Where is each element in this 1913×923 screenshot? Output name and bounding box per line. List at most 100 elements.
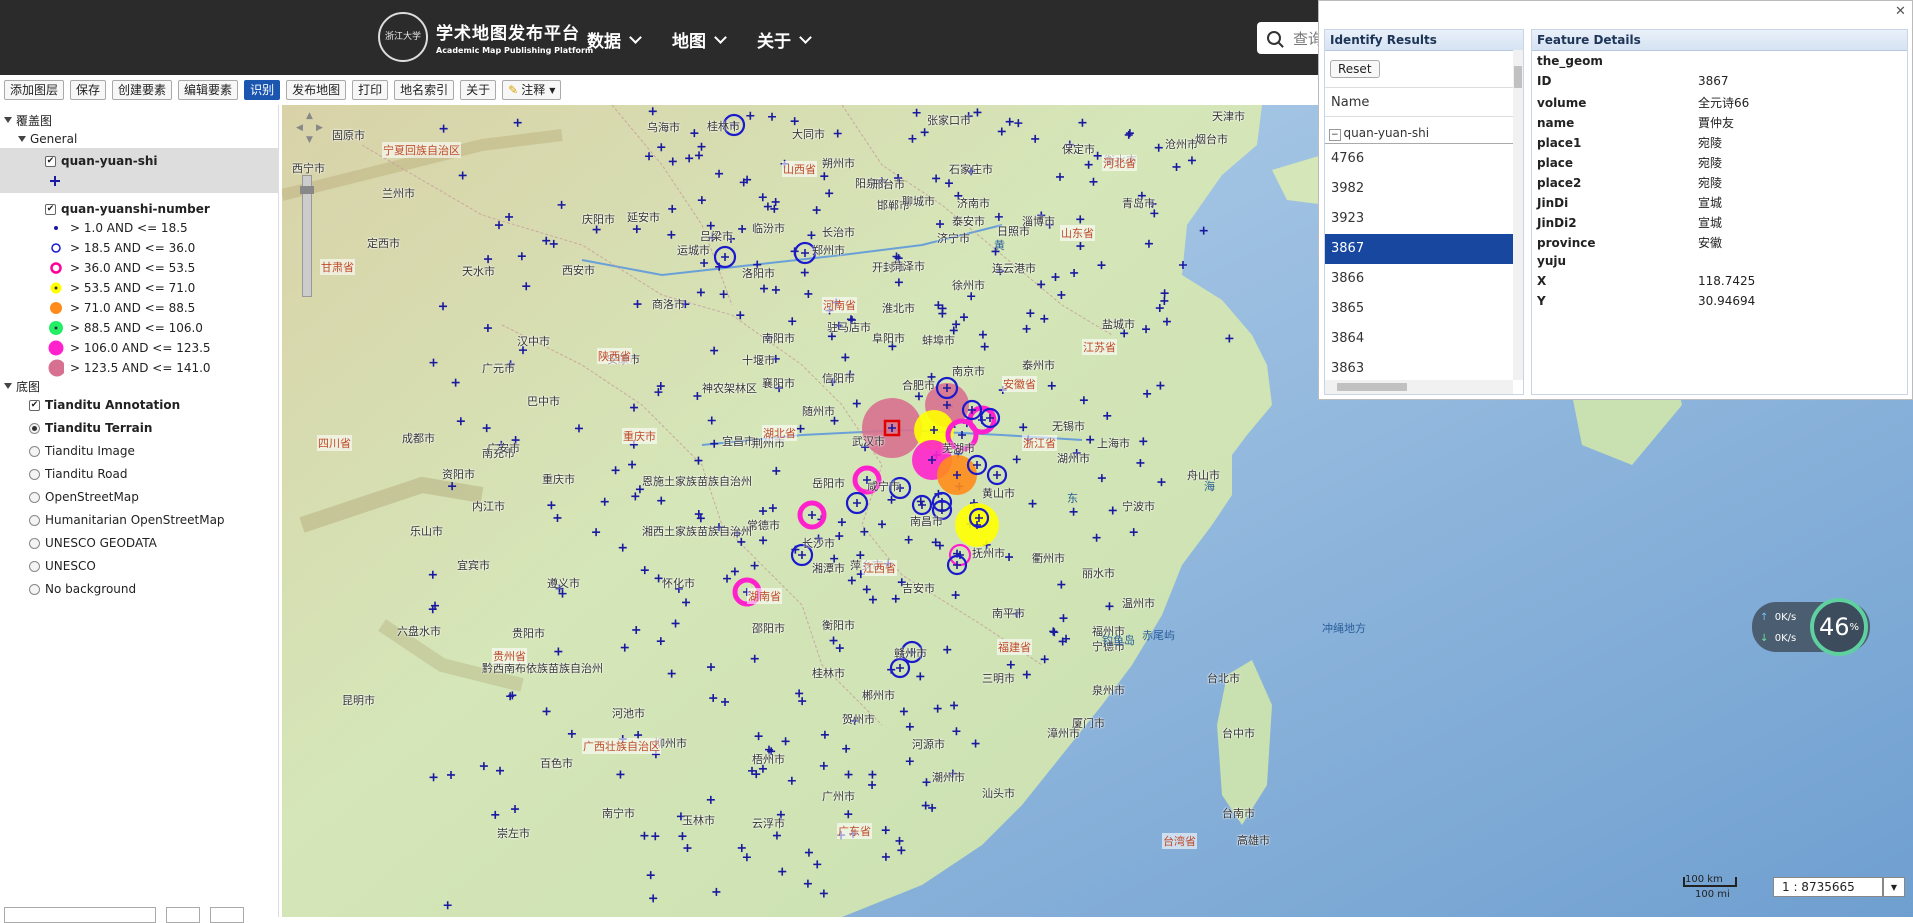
- basemap-option-humanitarian-osm[interactable]: Humanitarian OpenStreetMap: [29, 511, 225, 529]
- add-layer-button[interactable]: 添加图层: [4, 80, 65, 100]
- annotation-checkbox[interactable]: ✔: [29, 399, 40, 411]
- nav-map-menu[interactable]: 地图: [672, 27, 727, 52]
- result-row[interactable]: 3864: [1325, 324, 1513, 354]
- save-button[interactable]: 保存: [70, 80, 107, 100]
- nav-about-menu[interactable]: 关于: [757, 27, 812, 52]
- pan-up-icon[interactable]: ▲: [306, 111, 313, 121]
- basemap-radio[interactable]: [29, 583, 40, 595]
- city-label: 驻马店市: [827, 321, 871, 334]
- city-label: 黄山市: [982, 487, 1015, 500]
- city-label: 西安市: [562, 264, 595, 277]
- basemap-radio[interactable]: [29, 422, 40, 434]
- sidebar-bottom-button[interactable]: [210, 907, 244, 923]
- basemap-option-openstreetmap[interactable]: OpenStreetMap: [29, 488, 139, 506]
- expand-triangle-icon[interactable]: [18, 136, 26, 142]
- city-label: 乐山市: [410, 525, 443, 538]
- close-icon[interactable]: ✕: [1895, 4, 1906, 19]
- print-button[interactable]: 打印: [352, 80, 389, 100]
- basemap-option-unesco[interactable]: UNESCO: [29, 557, 96, 575]
- place-index-button[interactable]: 地名索引: [394, 80, 455, 100]
- scrollbar-thumb[interactable]: [1514, 66, 1522, 88]
- result-row[interactable]: 4766: [1325, 144, 1513, 174]
- identify-button[interactable]: 识别: [244, 80, 281, 100]
- result-group-quan-yuan-shi[interactable]: − quan-yuan-shi: [1325, 126, 1513, 144]
- basemap-radio[interactable]: [29, 445, 40, 457]
- basemap-radio[interactable]: [29, 491, 40, 503]
- results-vertical-scrollbar[interactable]: [1513, 50, 1523, 380]
- zoom-slider[interactable]: [300, 175, 314, 297]
- magenta-dot-marker-icon: [48, 340, 64, 356]
- basemap-option-unesco-geodata[interactable]: UNESCO GEODATA: [29, 534, 157, 552]
- general-group[interactable]: General: [18, 130, 77, 148]
- scale-dropdown-icon[interactable]: ▼: [1883, 877, 1905, 897]
- overlay-group[interactable]: 覆盖图: [4, 111, 52, 129]
- pan-control[interactable]: ▲ ◀ ▶ ▼: [296, 111, 326, 151]
- layer-quan-yuanshi-number[interactable]: ✔ quan-yuanshi-number: [45, 200, 210, 218]
- legend-label: > 53.5 AND <= 71.0: [70, 281, 196, 295]
- basemap-radio[interactable]: [29, 560, 40, 572]
- sea-label: 黄: [994, 239, 1005, 252]
- city-label: 乌海市: [647, 121, 680, 134]
- basemap-option-tianditu-image[interactable]: Tianditu Image: [29, 442, 135, 460]
- pan-left-icon[interactable]: ◀: [296, 123, 303, 133]
- name-column-header[interactable]: Name: [1325, 87, 1513, 117]
- reset-button[interactable]: Reset: [1330, 60, 1380, 78]
- scale-select[interactable]: 1 : 8735665: [1773, 877, 1883, 897]
- pan-down-icon[interactable]: ▼: [306, 135, 313, 145]
- collapse-icon[interactable]: −: [1329, 129, 1341, 141]
- dropdown-arrow-icon[interactable]: ▼: [549, 83, 555, 98]
- city-label: 济宁市: [937, 232, 970, 245]
- basemap-radio[interactable]: [29, 514, 40, 526]
- scrollbar-thumb[interactable]: [1337, 383, 1407, 391]
- results-horizontal-scrollbar[interactable]: [1325, 380, 1513, 394]
- publish-map-button[interactable]: 发布地图: [286, 80, 347, 100]
- expand-triangle-icon[interactable]: [4, 117, 12, 123]
- orange-dot-marker-icon: [50, 302, 62, 314]
- result-row[interactable]: 3863: [1325, 354, 1513, 380]
- about-button[interactable]: 关于: [460, 80, 497, 100]
- layer-name: quan-yuan-shi: [61, 154, 158, 168]
- expand-triangle-icon[interactable]: [4, 383, 12, 389]
- download-arrow-icon: ↓: [1760, 633, 1769, 644]
- city-label: 汕头市: [982, 787, 1015, 800]
- city-label: 运城市: [677, 244, 710, 257]
- basemap-option-tianditu-terrain[interactable]: Tianditu Terrain: [29, 419, 152, 437]
- city-label: 郴州市: [862, 689, 895, 702]
- result-row-selected[interactable]: 3867: [1325, 234, 1513, 264]
- zoom-slider-handle[interactable]: [300, 186, 314, 194]
- layer-checkbox[interactable]: ✔: [45, 203, 56, 215]
- field-key: place1: [1537, 136, 1582, 150]
- basemap-option-tianditu-road[interactable]: Tianditu Road: [29, 465, 127, 483]
- sea-label: 东: [1067, 492, 1078, 505]
- annotate-button[interactable]: ✎ 注释 ▼: [502, 80, 562, 100]
- create-feature-button[interactable]: 创建要素: [112, 80, 173, 100]
- city-label: 六盘水市: [397, 625, 441, 638]
- basemap-option-no-background[interactable]: No background: [29, 580, 136, 598]
- identify-results-pane: Identify Results Reset Name − quan-yuan-s…: [1324, 29, 1524, 395]
- scale-km-label: 100 km: [1685, 874, 1723, 885]
- basemap-radio[interactable]: [29, 537, 40, 549]
- pan-right-icon[interactable]: ▶: [316, 123, 323, 133]
- result-row[interactable]: 3866: [1325, 264, 1513, 294]
- platform-title: 学术地图发布平台: [436, 24, 580, 44]
- sidebar-bottom-input[interactable]: [4, 907, 156, 923]
- edit-feature-button[interactable]: 编辑要素: [178, 80, 239, 100]
- city-label: 邢台市: [872, 178, 905, 191]
- result-row[interactable]: 3982: [1325, 174, 1513, 204]
- nav-data-menu[interactable]: 数据: [587, 27, 642, 52]
- basemap-group[interactable]: 底图: [4, 377, 40, 395]
- sidebar-bottom-button[interactable]: [166, 907, 200, 923]
- layer-quan-yuan-shi[interactable]: ✔ quan-yuan-shi: [45, 152, 158, 170]
- city-label: 石家庄市: [949, 163, 993, 176]
- city-label: 资阳市: [442, 468, 475, 481]
- result-row[interactable]: 3923: [1325, 204, 1513, 234]
- platform-logo[interactable]: 浙江大学 学术地图发布平台 Academic Map Publishing Pl…: [378, 12, 593, 62]
- result-row[interactable]: 3865: [1325, 294, 1513, 324]
- basemap-radio[interactable]: [29, 468, 40, 480]
- legend-item: > 53.5 AND <= 71.0: [48, 279, 195, 297]
- memory-percent-gauge[interactable]: 46%: [1810, 598, 1868, 656]
- legend-label: > 71.0 AND <= 88.5: [70, 301, 196, 315]
- annotation-layer-toggle[interactable]: ✔ Tianditu Annotation: [29, 396, 180, 414]
- city-label: 广州市: [822, 790, 855, 803]
- layer-checkbox[interactable]: ✔: [45, 155, 56, 167]
